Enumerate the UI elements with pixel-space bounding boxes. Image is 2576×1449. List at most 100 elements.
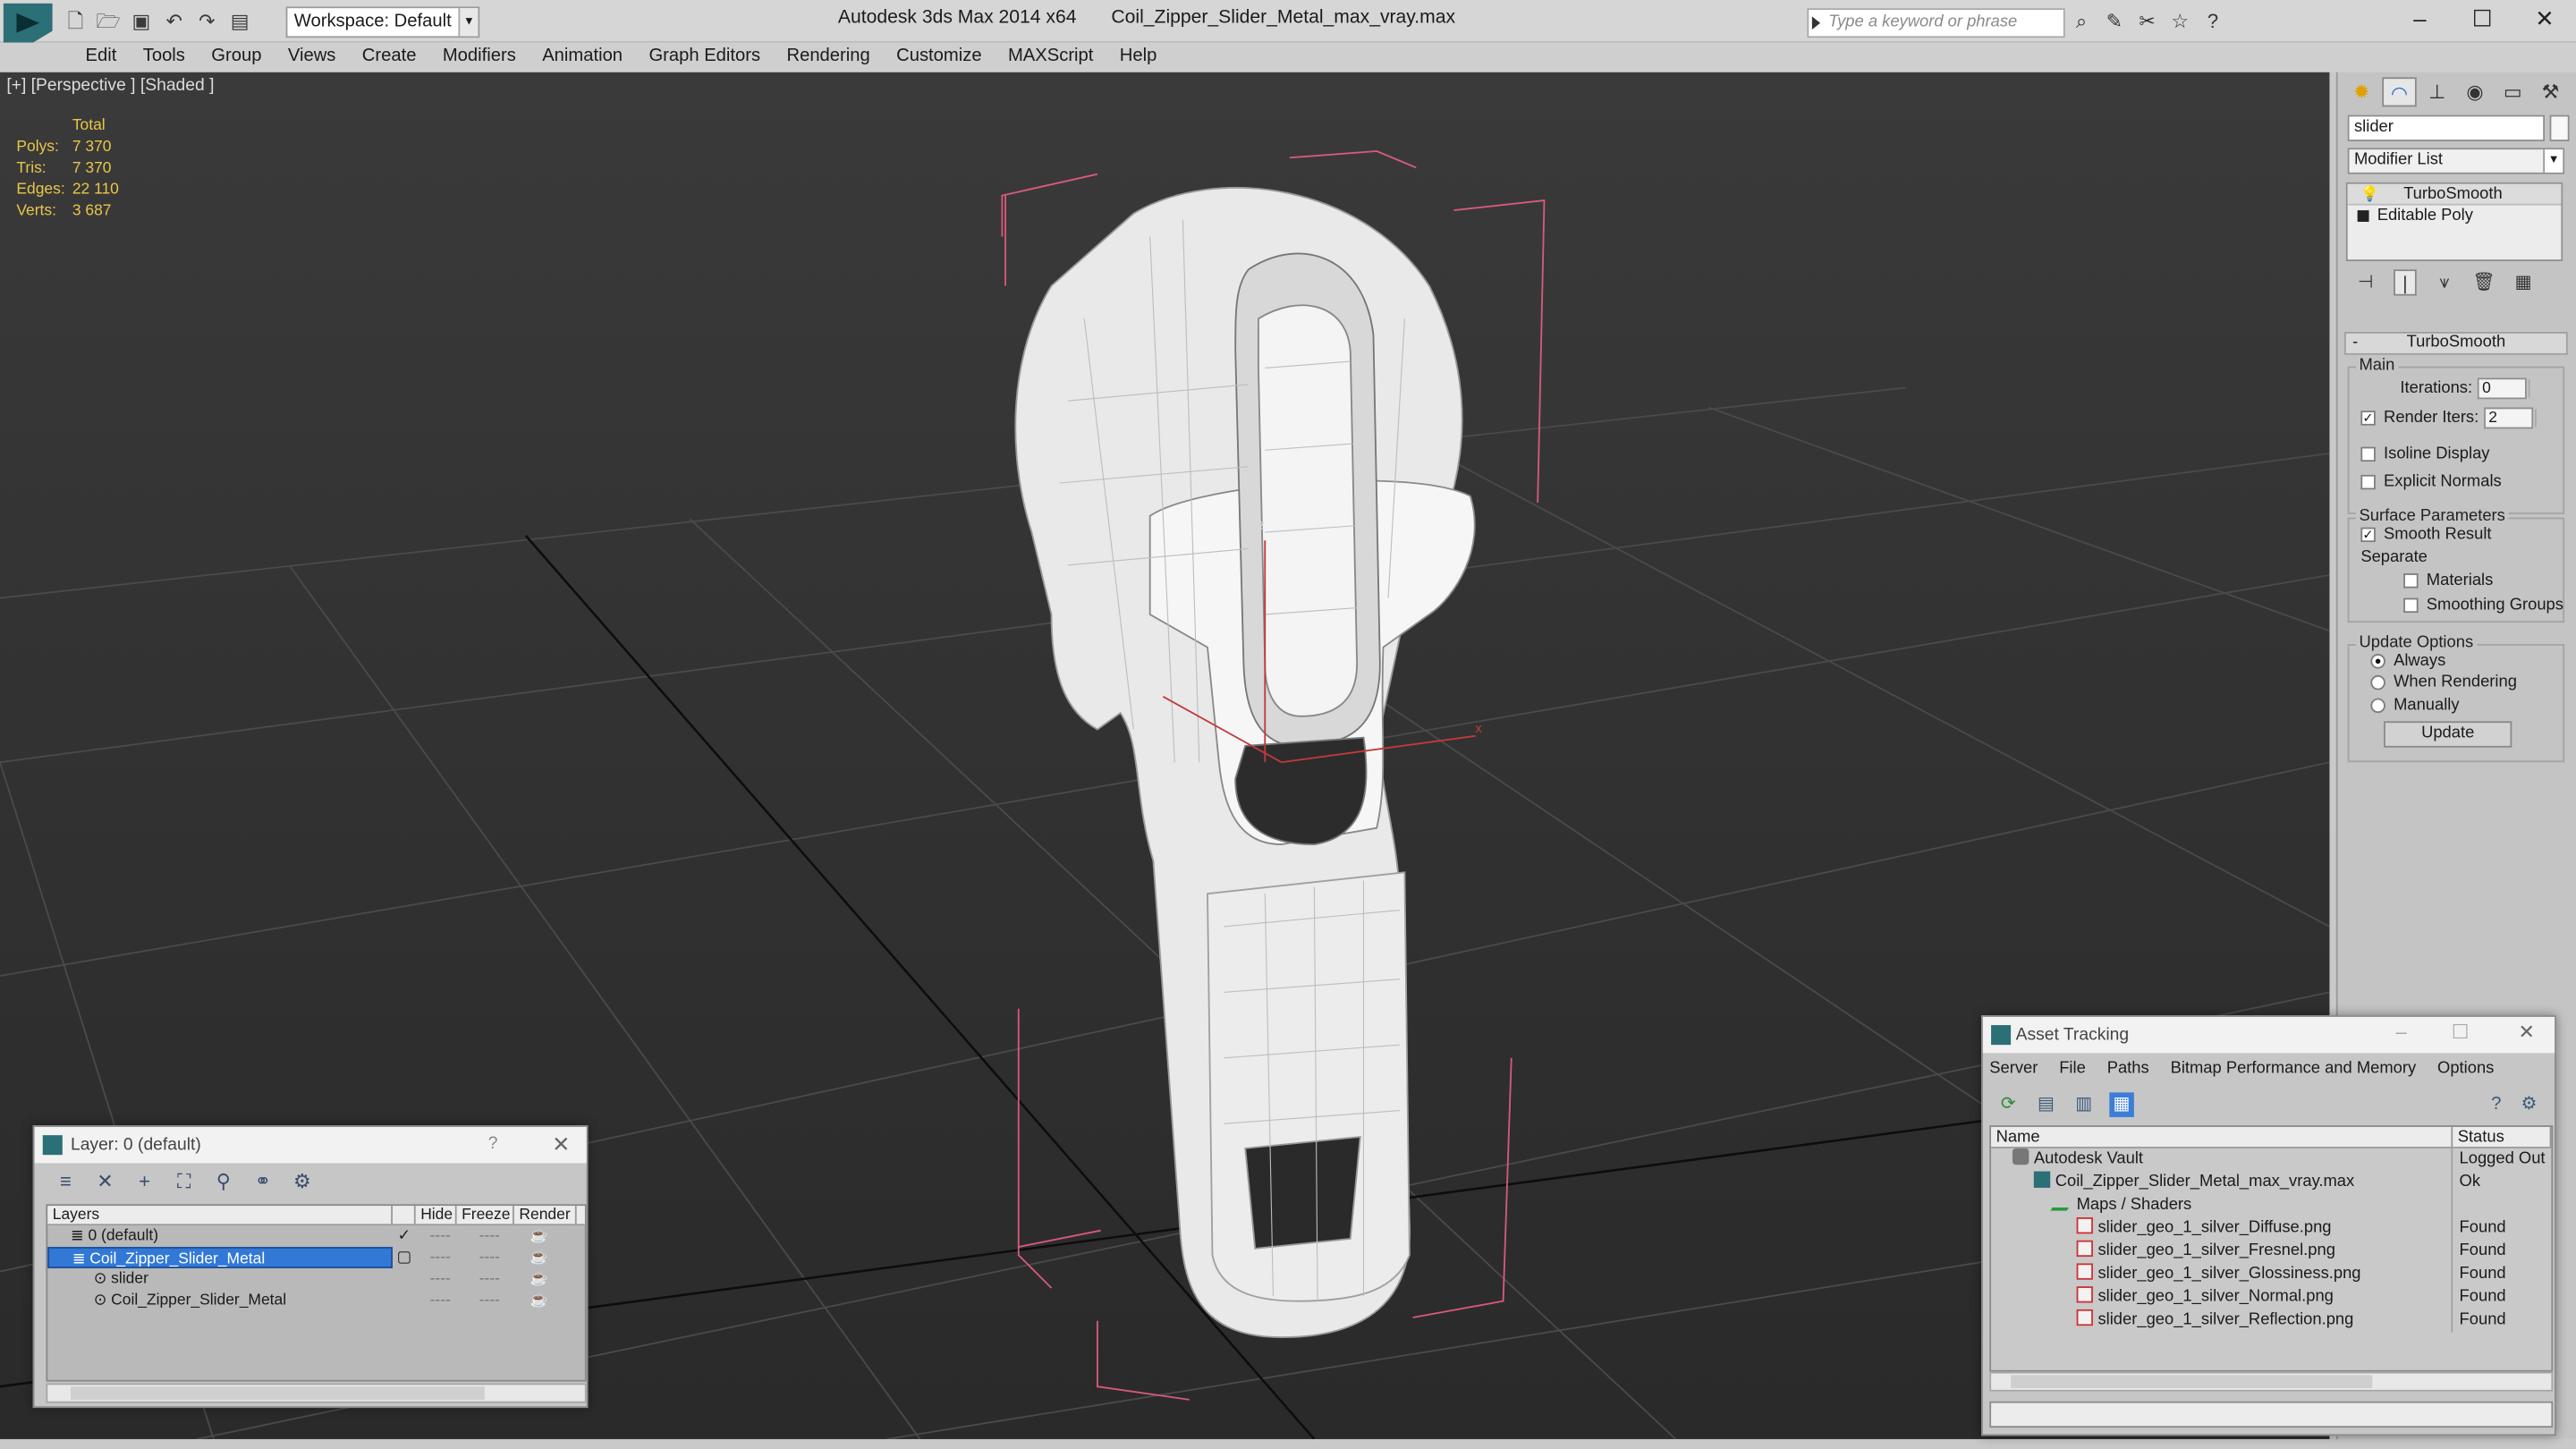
- grid-view-icon[interactable]: ▦: [2109, 1092, 2134, 1117]
- current-layer-marker[interactable]: [393, 1268, 416, 1290]
- refresh-icon[interactable]: ⟳: [1996, 1092, 2021, 1117]
- asset-row[interactable]: Maps / Shaders: [1991, 1194, 2551, 1217]
- materials-checkbox[interactable]: [2403, 573, 2419, 589]
- smoothing-groups-checkbox[interactable]: [2403, 597, 2419, 614]
- remove-modifier-icon[interactable]: 🗑: [2472, 269, 2496, 295]
- column-header-status[interactable]: Status: [2453, 1126, 2552, 1148]
- manually-radio[interactable]: [2370, 698, 2385, 714]
- column-header-name[interactable]: Name: [1991, 1126, 2453, 1148]
- menu-item-group[interactable]: Group: [199, 43, 275, 72]
- menu-item-modifiers[interactable]: Modifiers: [429, 43, 529, 72]
- make-current-icon[interactable]: ⚭: [251, 1170, 275, 1193]
- layer-row[interactable]: ⊙ slider ---- ---- ☕: [47, 1268, 585, 1290]
- menu-item-create[interactable]: Create: [349, 43, 429, 72]
- scrollbar-thumb[interactable]: [70, 1386, 485, 1400]
- search-expand-icon[interactable]: [1811, 16, 1821, 30]
- asset-name-cell[interactable]: Coil_Zipper_Slider_Metal_max_vray.max: [1991, 1171, 2453, 1195]
- hierarchy-tab-icon[interactable]: ⊥: [2419, 77, 2454, 106]
- binoculars-icon[interactable]: ⌕: [2070, 8, 2093, 34]
- help-icon[interactable]: ?: [488, 1133, 498, 1153]
- asset-menu-server[interactable]: Server: [1989, 1060, 2038, 1086]
- motion-tab-icon[interactable]: ◉: [2458, 77, 2493, 106]
- horizontal-scrollbar[interactable]: [1989, 1371, 2554, 1392]
- communication-center-icon[interactable]: ✎: [2103, 8, 2126, 34]
- hide-toggle[interactable]: ----: [416, 1225, 465, 1247]
- column-header-layers[interactable]: Layers: [47, 1206, 393, 1224]
- menu-item-graph-editors[interactable]: Graph Editors: [636, 43, 774, 72]
- turbosmooth-rollout-header[interactable]: - TurboSmooth: [2343, 332, 2568, 355]
- modifier-list-dropdown[interactable]: Modifier List ▼: [2347, 148, 2565, 174]
- asset-row[interactable]: slider_geo_1_silver_Diffuse.png Found: [1991, 1216, 2551, 1241]
- hide-toggle[interactable]: ----: [416, 1290, 465, 1311]
- asset-row[interactable]: Coil_Zipper_Slider_Metal_max_vray.max Ok: [1991, 1171, 2551, 1195]
- close-icon[interactable]: ✕: [2519, 1021, 2535, 1044]
- asset-row[interactable]: slider_geo_1_silver_Fresnel.png Found: [1991, 1240, 2551, 1264]
- maximize-icon[interactable]: ☐: [2452, 1021, 2470, 1044]
- horizontal-scrollbar[interactable]: [46, 1383, 587, 1403]
- modify-tab-icon[interactable]: ◠: [2382, 77, 2417, 107]
- render-iters-checkbox[interactable]: ✓: [2360, 411, 2376, 426]
- render-teapot-icon[interactable]: ☕: [514, 1268, 564, 1290]
- menu-item-animation[interactable]: Animation: [530, 43, 636, 72]
- menu-item-rendering[interactable]: Rendering: [774, 43, 884, 72]
- pin-stack-icon[interactable]: ⊣: [2354, 269, 2377, 295]
- lightbulb-icon[interactable]: 💡: [2360, 184, 2379, 202]
- delete-layer-icon[interactable]: ✕: [94, 1170, 117, 1193]
- current-layer-marker[interactable]: ▢: [393, 1247, 416, 1268]
- freeze-toggle[interactable]: ----: [465, 1225, 514, 1247]
- hide-toggle[interactable]: ----: [416, 1268, 465, 1290]
- collapse-icon[interactable]: -: [2352, 334, 2358, 353]
- menu-item-customize[interactable]: Customize: [883, 43, 995, 72]
- iterations-spinner[interactable]: 0: [2477, 377, 2530, 400]
- freeze-toggle[interactable]: ----: [465, 1247, 514, 1268]
- help-icon[interactable]: ?: [2201, 8, 2224, 34]
- layer-name-cell[interactable]: ≣ 0 (default): [47, 1225, 393, 1247]
- asset-name-cell[interactable]: slider_geo_1_silver_Glossiness.png: [1991, 1263, 2453, 1287]
- column-header-hide[interactable]: Hide: [416, 1206, 457, 1224]
- asset-row[interactable]: slider_geo_1_silver_Glossiness.png Found: [1991, 1263, 2551, 1287]
- settings-icon[interactable]: ⚙: [2517, 1092, 2542, 1117]
- asset-row[interactable]: Autodesk Vault Logged Out: [1991, 1148, 2551, 1172]
- asset-name-cell[interactable]: Autodesk Vault: [1991, 1148, 2453, 1172]
- configure-sets-icon[interactable]: ▦: [2512, 269, 2535, 295]
- render-teapot-icon[interactable]: ☕: [514, 1247, 564, 1268]
- asset-menu-bitmap-performance-and-memory[interactable]: Bitmap Performance and Memory: [2171, 1060, 2417, 1086]
- layer-name-cell[interactable]: ⊙ Coil_Zipper_Slider_Metal: [47, 1290, 393, 1311]
- current-layer-marker[interactable]: [393, 1290, 416, 1311]
- column-header-render[interactable]: Render: [514, 1206, 577, 1224]
- asset-name-cell[interactable]: slider_geo_1_silver_Normal.png: [1991, 1286, 2453, 1309]
- render-teapot-icon[interactable]: ☕: [514, 1290, 564, 1311]
- when-rendering-radio[interactable]: [2370, 674, 2385, 691]
- menu-item-views[interactable]: Views: [275, 43, 349, 72]
- stack-item-turbosmooth[interactable]: 💡 TurboSmooth: [2347, 183, 2562, 206]
- viewport-label-menu[interactable]: [+] [Perspective ] [Shaded ]: [6, 75, 214, 95]
- minimize-icon[interactable]: –: [2395, 1021, 2406, 1044]
- favorites-star-icon[interactable]: ☆: [2168, 8, 2191, 34]
- asset-menu-options[interactable]: Options: [2437, 1060, 2494, 1086]
- menu-item-edit[interactable]: Edit: [72, 43, 130, 72]
- close-icon[interactable]: ✕: [552, 1131, 570, 1157]
- render-iters-spinner[interactable]: 2: [2483, 407, 2537, 429]
- list-view-icon[interactable]: ▤: [2034, 1092, 2059, 1117]
- isoline-checkbox[interactable]: [2360, 446, 2376, 462]
- add-to-layer-icon[interactable]: +: [133, 1170, 157, 1193]
- asset-name-cell[interactable]: slider_geo_1_silver_Reflection.png: [1991, 1309, 2453, 1333]
- smooth-result-checkbox[interactable]: ✓: [2360, 527, 2376, 543]
- expand-plus-icon[interactable]: [2357, 210, 2369, 222]
- menu-item-tools[interactable]: Tools: [130, 43, 199, 72]
- stack-item-editable-poly[interactable]: Editable Poly: [2348, 206, 2562, 227]
- utilities-tab-icon[interactable]: ⚒: [2533, 77, 2568, 106]
- table-view-icon[interactable]: ▥: [2072, 1092, 2097, 1117]
- hide-toggle[interactable]: ----: [416, 1247, 465, 1268]
- asset-window-titlebar[interactable]: Asset Tracking – ☐ ✕: [1982, 1016, 2555, 1054]
- zipper-slider-model[interactable]: [1014, 187, 1476, 1338]
- minimize-button[interactable]: –: [2389, 0, 2452, 39]
- layer-row[interactable]: ≣ Coil_Zipper_Slider_Metal ▢ ---- ---- ☕: [47, 1247, 585, 1268]
- close-button[interactable]: ✕: [2513, 0, 2576, 39]
- asset-name-cell[interactable]: Maps / Shaders: [1991, 1194, 2453, 1217]
- scrollbar-thumb[interactable]: [2011, 1375, 2373, 1389]
- subscription-icon[interactable]: ✂: [2136, 8, 2159, 34]
- maximize-button[interactable]: ☐: [2451, 0, 2513, 39]
- asset-menu-paths[interactable]: Paths: [2107, 1060, 2149, 1086]
- select-layer-icon[interactable]: ⚲: [212, 1170, 235, 1193]
